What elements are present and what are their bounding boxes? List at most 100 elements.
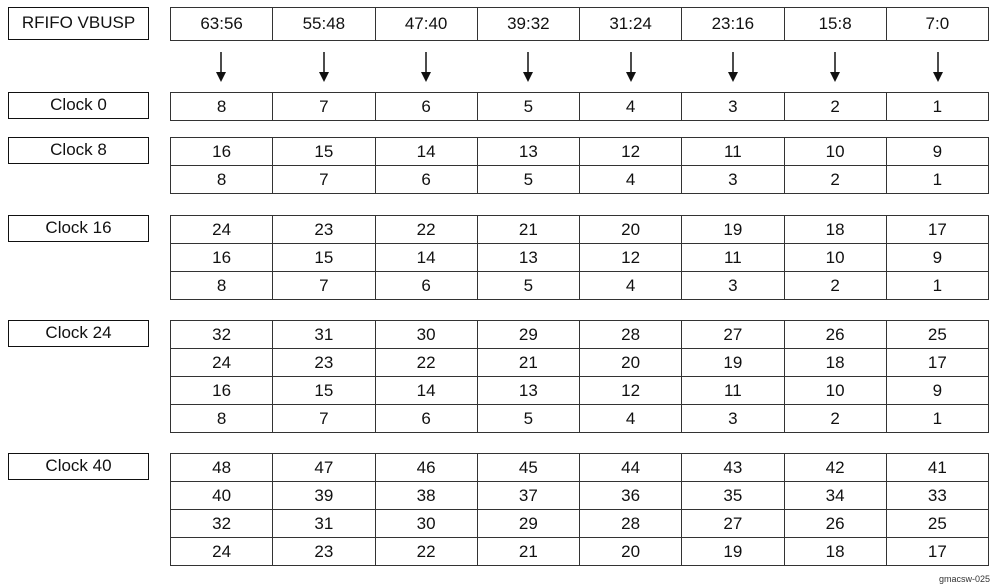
table-row: 24 23 22 21 20 19 18 17 [169, 348, 990, 377]
bit-range-header: 63:56 55:48 47:40 39:32 31:24 23:16 15:8 7:0 [169, 7, 990, 41]
table-row: 87654321 [169, 165, 990, 194]
byte-cell: 20 [578, 215, 683, 244]
table-row: 24 23 22 21 20 19 18 17 [169, 215, 990, 244]
byte-cell: 29 [476, 509, 581, 538]
byte-cell: 2 [783, 92, 887, 121]
byte-cell: 22 [374, 348, 478, 377]
byte-cell: 30 [374, 509, 478, 538]
byte-cell: 17 [885, 215, 990, 244]
byte-cell: 10 [783, 137, 887, 166]
byte-cell: 1 [885, 92, 990, 121]
byte-cell: 3 [681, 92, 785, 121]
clock-table: 87654321 [169, 92, 990, 121]
byte-cell: 13 [476, 243, 581, 272]
down-arrow-icon [375, 50, 477, 84]
byte-cell: 14 [374, 243, 478, 272]
byte-cell: 31 [272, 320, 376, 349]
byte-cell: 11 [681, 243, 785, 272]
byte-cell: 35 [681, 481, 785, 510]
byte-cell: 16 [169, 376, 274, 405]
byte-cell: 6 [374, 404, 478, 433]
bit-range-cell: 47:40 [374, 7, 478, 41]
byte-cell: 14 [374, 376, 478, 405]
byte-cell: 2 [783, 271, 887, 300]
table-row: 16 15 14 13 12 11 10 9 [169, 137, 990, 166]
byte-cell: 34 [783, 481, 887, 510]
byte-cell: 23 [272, 348, 376, 377]
byte-cell: 15 [272, 137, 376, 166]
down-arrow-icon [682, 50, 784, 84]
byte-cell: 39 [272, 481, 376, 510]
byte-cell: 28 [578, 320, 683, 349]
bit-range-cell: 63:56 [169, 7, 274, 41]
clock-table: 24 23 22 21 20 19 18 17 16 15 14 13 12 11 10 9 8 7 6 5 4 3 2 1 [169, 215, 990, 300]
byte-cell: 13 [476, 137, 581, 166]
byte-cell: 26 [783, 320, 887, 349]
byte-cell: 6 [374, 165, 478, 194]
table-row: 16 15 14 13 12 11 10 9 [169, 243, 990, 272]
byte-cell: 24 [169, 215, 274, 244]
byte-cell: 21 [476, 348, 581, 377]
byte-cell: 18 [783, 537, 887, 566]
byte-cell: 14 [374, 137, 478, 166]
figure-id: gmacsw-025 [938, 574, 990, 584]
byte-cell: 19 [681, 348, 785, 377]
byte-cell: 13 [476, 376, 581, 405]
bit-range-cell: 15:8 [783, 7, 887, 41]
down-arrow-icon [580, 50, 682, 84]
byte-cell: 27 [681, 320, 785, 349]
byte-cell: 12 [578, 376, 683, 405]
byte-cell: 33 [885, 481, 990, 510]
arrow-row [170, 50, 989, 84]
byte-cell: 4 [578, 92, 683, 121]
byte-cell: 19 [681, 537, 785, 566]
byte-cell: 23 [272, 537, 376, 566]
clock-label: Clock 24 [8, 320, 149, 347]
byte-cell: 32 [169, 320, 274, 349]
byte-cell: 46 [374, 453, 478, 482]
byte-cell: 4 [578, 271, 683, 300]
byte-cell: 37 [476, 481, 581, 510]
byte-cell: 1 [885, 404, 990, 433]
byte-cell: 38 [374, 481, 478, 510]
byte-cell: 21 [476, 215, 581, 244]
table-row: 48 47 46 45 44 43 42 41 [169, 453, 990, 482]
byte-cell: 1 [885, 271, 990, 300]
byte-cell: 24 [169, 348, 274, 377]
byte-cell: 16 [169, 243, 274, 272]
table-row: 32 31 30 29 28 27 26 25 [169, 320, 990, 349]
table-row: 87654321 [169, 271, 990, 300]
byte-cell: 6 [374, 92, 478, 121]
byte-cell: 17 [885, 348, 990, 377]
byte-cell: 23 [272, 215, 376, 244]
table-row: 32 31 30 29 28 27 26 25 [169, 509, 990, 538]
byte-cell: 28 [578, 509, 683, 538]
byte-cell: 44 [578, 453, 683, 482]
byte-cell: 18 [783, 348, 887, 377]
table-row: 87654321 [169, 404, 990, 433]
byte-cell: 8 [169, 165, 274, 194]
byte-cell: 1 [885, 165, 990, 194]
byte-cell: 3 [681, 404, 785, 433]
down-arrow-icon [784, 50, 886, 84]
byte-cell: 2 [783, 404, 887, 433]
byte-cell: 29 [476, 320, 581, 349]
byte-cell: 7 [272, 404, 376, 433]
byte-cell: 9 [885, 243, 990, 272]
byte-cell: 4 [578, 165, 683, 194]
byte-cell: 12 [578, 137, 683, 166]
byte-cell: 21 [476, 537, 581, 566]
byte-cell: 5 [476, 271, 581, 300]
byte-cell: 41 [885, 453, 990, 482]
byte-cell: 2 [783, 165, 887, 194]
bit-range-cell: 23:16 [681, 7, 785, 41]
byte-cell: 15 [272, 376, 376, 405]
byte-cell: 9 [885, 376, 990, 405]
bit-range-cell: 55:48 [272, 7, 376, 41]
byte-cell: 20 [578, 348, 683, 377]
byte-cell: 12 [578, 243, 683, 272]
byte-cell: 8 [169, 271, 274, 300]
bit-range-cell: 39:32 [476, 7, 581, 41]
table-row: 40 39 38 37 36 35 34 33 [169, 481, 990, 510]
byte-cell: 24 [169, 537, 274, 566]
